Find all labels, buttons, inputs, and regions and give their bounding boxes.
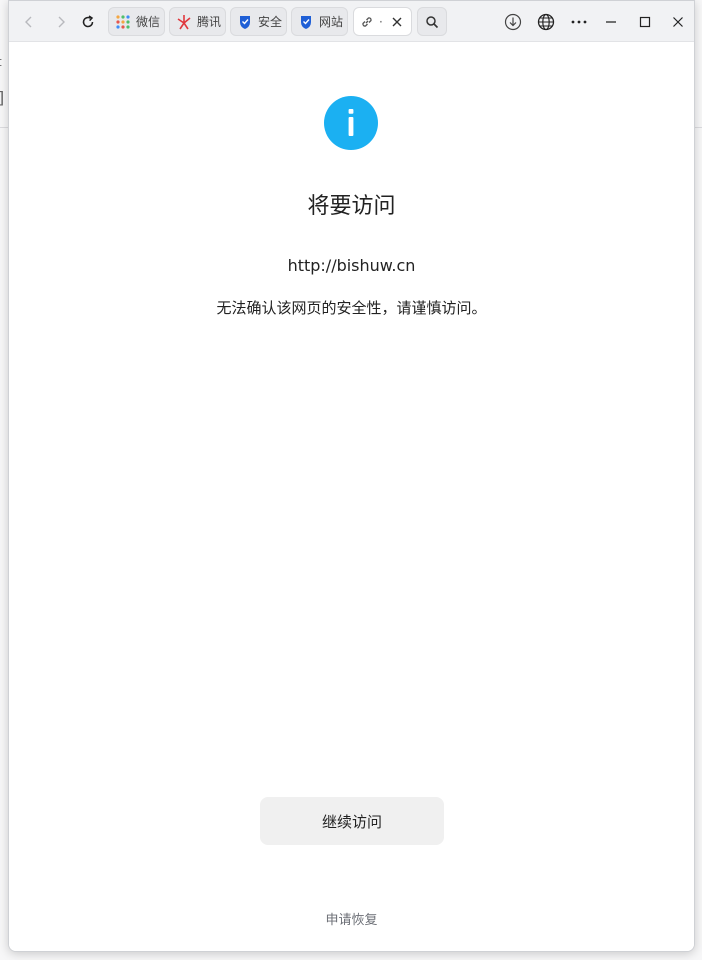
maximize-icon — [639, 16, 651, 28]
browser-window: 微信 腾讯 安全 网站 · 将要访问 http://bishuw.cn 无法确认… — [8, 0, 695, 952]
more-dots-icon — [571, 20, 587, 24]
browser-globe-button[interactable] — [533, 9, 559, 35]
warning-page: 将要访问 http://bishuw.cn 无法确认该网页的安全性，请谨慎访问。… — [9, 43, 694, 951]
info-icon — [324, 96, 378, 150]
security-shield-icon — [240, 15, 250, 29]
tab-label: 腾讯 — [197, 15, 221, 29]
warning-message: 无法确认该网页的安全性，请谨慎访问。 — [216, 299, 487, 317]
globe-icon — [537, 13, 555, 31]
security-shield-icon — [301, 15, 311, 29]
tab-label: · — [379, 14, 383, 29]
maximize-button[interactable] — [632, 9, 658, 35]
tab-tencent[interactable]: 腾讯 — [169, 7, 226, 36]
request-restore-link[interactable]: 申请恢复 — [9, 909, 694, 928]
wechat-grid-icon — [116, 14, 130, 29]
close-window-button[interactable] — [665, 9, 691, 35]
tab-label: 网站 — [319, 15, 343, 29]
forward-button[interactable] — [48, 9, 74, 35]
minimize-icon — [606, 21, 616, 23]
link-icon — [362, 16, 372, 27]
bg-divider — [0, 127, 8, 128]
search-tab-button[interactable] — [417, 7, 447, 36]
more-menu-button[interactable] — [566, 9, 592, 35]
tencent-star-icon — [177, 14, 191, 29]
page-title: 将要访问 — [307, 194, 396, 219]
downloads-button[interactable] — [500, 9, 526, 35]
chevron-left-icon — [25, 16, 32, 28]
continue-visit-button[interactable]: 继续访问 — [260, 797, 444, 845]
back-button[interactable] — [16, 9, 42, 35]
close-icon — [673, 17, 683, 27]
reload-button[interactable] — [75, 9, 101, 35]
title-bar: 微信 腾讯 安全 网站 · — [9, 1, 694, 42]
close-icon[interactable] — [390, 15, 404, 29]
reload-icon — [82, 15, 94, 28]
download-icon — [504, 13, 522, 31]
bg-glyph: t — [0, 55, 2, 69]
tab-website[interactable]: 网站 — [291, 7, 348, 36]
bg-glyph: ] — [0, 88, 4, 107]
tab-current[interactable]: · — [353, 7, 412, 36]
tab-security[interactable]: 安全 — [230, 7, 287, 36]
tab-label: 安全 — [258, 15, 282, 29]
search-icon — [426, 15, 439, 28]
tab-label: 微信 — [136, 15, 160, 29]
bg-divider — [695, 127, 702, 128]
tab-wechat[interactable]: 微信 — [108, 7, 165, 36]
minimize-button[interactable] — [598, 9, 624, 35]
chevron-right-icon — [58, 16, 65, 28]
target-url: http://bishuw.cn — [287, 256, 416, 275]
info-glyph — [348, 109, 354, 136]
